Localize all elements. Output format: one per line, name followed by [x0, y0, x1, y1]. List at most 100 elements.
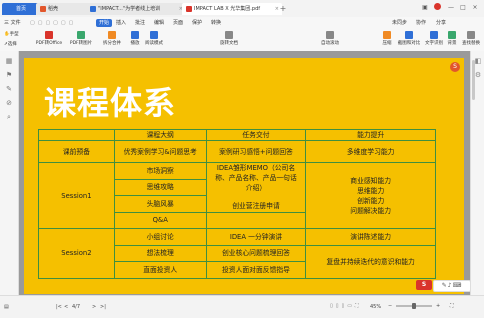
compress-icon [383, 31, 391, 39]
task-cell: IDEA 一分钟演讲 [205, 228, 307, 246]
hand-tool-label: 手型 [9, 32, 19, 37]
select-tool-button[interactable]: ➚选择 [4, 41, 17, 48]
auto-scroll-icon [326, 31, 334, 39]
scrollbar[interactable] [472, 60, 475, 100]
book-icon [150, 31, 158, 39]
outline-cell: 思维攻略 [113, 178, 207, 196]
layout-icon[interactable]: ▣ [420, 3, 430, 13]
auto-scroll-button[interactable]: 自动滚动 [318, 30, 342, 50]
outline-cell: 优秀案例学习&问题思考 [113, 140, 207, 163]
play-button[interactable]: 播放 [128, 30, 142, 50]
tab-training[interactable]: "IMPACT..."为学者线上培训 × [86, 3, 186, 15]
rotate-button[interactable]: 旋转文档 [218, 30, 240, 50]
menu-page[interactable]: 页面 [173, 17, 183, 29]
view-mode-icons[interactable]: ▯▯▯▭⛶ [330, 303, 361, 309]
stage-cell: Session2 [38, 228, 115, 279]
left-sidebar: ▦ ⚑ ✎ ⊘ ⌕ [0, 51, 19, 295]
stage-cell: Session1 [38, 162, 115, 229]
read-mode-button[interactable]: 阅读模式 [143, 30, 165, 50]
skill-line: 思维能力 [357, 186, 385, 195]
sync-status[interactable]: 未同步 [392, 17, 407, 29]
skill-cell: 复盘并持续迭代的意识和能力 [305, 244, 436, 279]
maximize-icon[interactable]: □ [458, 3, 468, 13]
pdf-to-image-button[interactable]: PDF转图片 [66, 30, 96, 50]
screenshot-compare-label: 截图和对比 [397, 41, 421, 46]
ocr-icon [430, 31, 438, 39]
sidebar-toggle-icon[interactable]: ▤ [4, 304, 9, 310]
task-line: 创业营注册申请 [232, 202, 280, 211]
new-tab-button[interactable]: + [278, 3, 288, 15]
keyboard-icon[interactable]: ⌨ [453, 282, 463, 289]
compress-label: 压缩 [382, 41, 392, 46]
hand-tool-button[interactable]: ✋手型 [4, 31, 19, 38]
floating-toolbar[interactable]: ✎♪⌨ [433, 280, 471, 292]
tab-docer-label: 稻壳 [48, 6, 59, 12]
zoom-in-icon[interactable]: + [436, 303, 440, 309]
screenshot-compare-button[interactable]: 截图和对比 [396, 30, 422, 50]
status-page[interactable]: 4/7 [72, 304, 80, 310]
outline-cell: 想法梳理 [113, 244, 207, 262]
task-cell: 创业核心问题梳理回答 [205, 244, 307, 262]
skill-line: 创新能力 [357, 196, 385, 205]
outline-cell: 直面投资人 [113, 261, 207, 279]
zoom-out-icon[interactable]: − [388, 303, 392, 309]
thumbnail-icon[interactable]: ▦ [5, 57, 13, 65]
menu-insert[interactable]: 插入 [116, 17, 126, 29]
menu-file[interactable]: 三 文件 [4, 17, 21, 29]
tab-home[interactable]: 首页 [2, 3, 40, 15]
tab-training-label: "IMPACT..."为学者线上培训 [98, 6, 161, 12]
compress-button[interactable]: 压缩 [380, 30, 394, 50]
background-button[interactable]: 背景 [446, 30, 458, 50]
menu-protect[interactable]: 保护 [192, 17, 202, 29]
find-icon [467, 31, 475, 39]
status-zoom[interactable]: 45% [370, 304, 381, 310]
task-cell: 投资人面对面反馈指导 [205, 261, 307, 279]
tab-pdf-active[interactable]: IMPACT LAB X 光华集团.pdf × [182, 3, 282, 15]
annotation-icon[interactable]: ✎ [5, 85, 13, 93]
find-replace-button[interactable]: 查找替换 [460, 30, 482, 50]
page-badge[interactable]: S [450, 62, 460, 72]
share-button[interactable]: 分享 [436, 17, 446, 29]
sidebar-settings-icon[interactable]: ⚙ [474, 71, 482, 79]
outline-cell: 市场洞察 [113, 162, 207, 180]
background-icon [448, 31, 456, 39]
task-cell: 案例研习感悟+问题回答 [205, 140, 307, 163]
menu-convert[interactable]: 转换 [211, 17, 221, 29]
bookmark-icon[interactable]: ⚑ [5, 71, 13, 79]
search-panel-icon[interactable]: ⌕ [5, 113, 13, 121]
zoom-slider-knob[interactable] [412, 303, 416, 309]
minimize-icon[interactable]: — [446, 3, 456, 13]
menu-annotate[interactable]: 批注 [135, 17, 145, 29]
quick-access-icons[interactable]: ▢▢▢▢▢▢ [30, 19, 90, 27]
outline-cell: Q&A [113, 211, 207, 229]
attachment-icon[interactable]: ⊘ [5, 99, 13, 107]
fit-page-icon[interactable]: ⛶ [450, 303, 454, 309]
pdf-icon [186, 5, 192, 12]
ocr-label: 文字识别 [425, 41, 443, 46]
collab-button[interactable]: 协作 [416, 17, 426, 29]
pdf-to-office-button[interactable]: PDF转Office [34, 30, 64, 50]
ocr-button[interactable]: 文字识别 [424, 30, 444, 50]
sidebar-property-icon[interactable]: ◧ [474, 57, 482, 65]
skill-cell: 商业感知能力 思维能力 创新能力 问题解决能力 [305, 162, 436, 229]
prev-page-button[interactable]: < [64, 304, 68, 310]
first-page-button[interactable]: |< [56, 304, 62, 310]
rotate-label: 旋转文档 [220, 41, 238, 46]
last-page-button[interactable]: >| [100, 304, 106, 310]
read-mode-label: 阅读模式 [145, 41, 163, 46]
pdf-to-image-label: PDF转图片 [69, 41, 93, 46]
close-window-icon[interactable]: × [470, 3, 480, 13]
find-replace-label: 查找替换 [462, 41, 480, 46]
next-page-button[interactable]: > [92, 304, 96, 310]
table-header [38, 129, 115, 141]
wps-logo[interactable]: S [416, 280, 432, 290]
menu-start[interactable]: 开始 [96, 19, 113, 27]
avatar[interactable] [432, 3, 442, 13]
menu-edit[interactable]: 编辑 [154, 17, 164, 29]
split-merge-button[interactable]: 拆分合并 [98, 30, 126, 50]
pdf-page: 课程体系 S 课程大纲 任务交付 能力提升 课前预备 优秀案例学习&问题思考 案… [24, 58, 464, 294]
task-line: IDEA雏形MEMO（公司名称、产品名称、产品一句话介绍） [215, 164, 297, 193]
skill-cell: 多维度学习能力 [305, 140, 436, 163]
table-header-row: 课程大纲 任务交付 能力提升 [38, 129, 436, 141]
tab-docer[interactable]: 稻壳 [36, 3, 90, 15]
